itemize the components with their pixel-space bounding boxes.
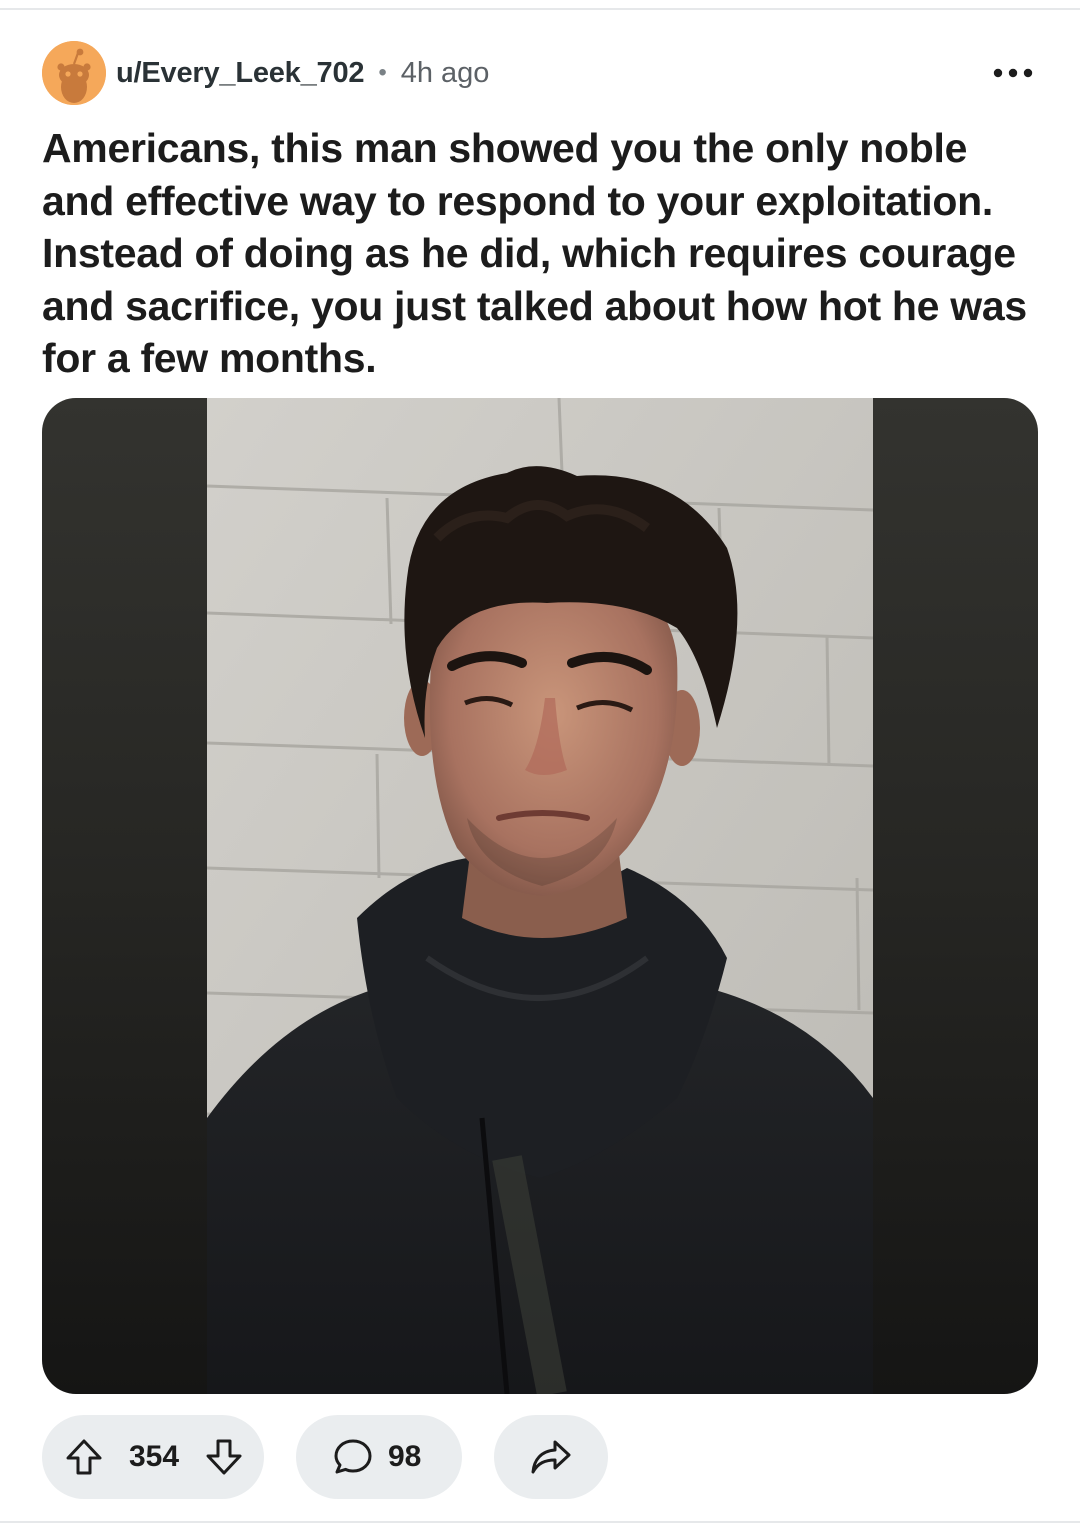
post-title[interactable]: Americans, this man showed you the only … xyxy=(42,122,1042,385)
share-arrow-icon xyxy=(531,1440,571,1474)
vote-count: 354 xyxy=(128,1440,180,1473)
post-action-bar: 354 98 xyxy=(42,1415,608,1499)
user-avatar[interactable] xyxy=(42,41,106,105)
more-horizontal-icon xyxy=(993,68,1033,78)
post-author[interactable]: u/Every_Leek_702 xyxy=(116,57,365,90)
snoo-avatar-icon xyxy=(42,41,106,105)
more-options-button[interactable] xyxy=(988,56,1038,90)
vote-control: 354 xyxy=(42,1415,264,1499)
comment-icon-wrap xyxy=(332,1436,374,1478)
downvote-button[interactable] xyxy=(204,1437,244,1477)
comment-count: 98 xyxy=(388,1440,422,1473)
photo-content xyxy=(207,398,873,1394)
upvote-button[interactable] xyxy=(64,1437,104,1477)
arrow-up-icon xyxy=(66,1439,102,1475)
post-timestamp: 4h ago xyxy=(400,56,490,89)
portrait-photo xyxy=(207,398,873,1394)
arrow-down-icon xyxy=(206,1439,242,1475)
share-button[interactable] xyxy=(494,1415,608,1499)
comments-button[interactable]: 98 xyxy=(296,1415,462,1499)
post-image[interactable] xyxy=(42,398,1038,1394)
bottom-divider xyxy=(0,1521,1080,1523)
post-header: u/Every_Leek_702 • 4h ago xyxy=(42,40,1038,106)
top-divider xyxy=(0,8,1080,10)
meta-separator: • xyxy=(378,59,387,86)
speech-bubble-icon xyxy=(334,1439,372,1474)
